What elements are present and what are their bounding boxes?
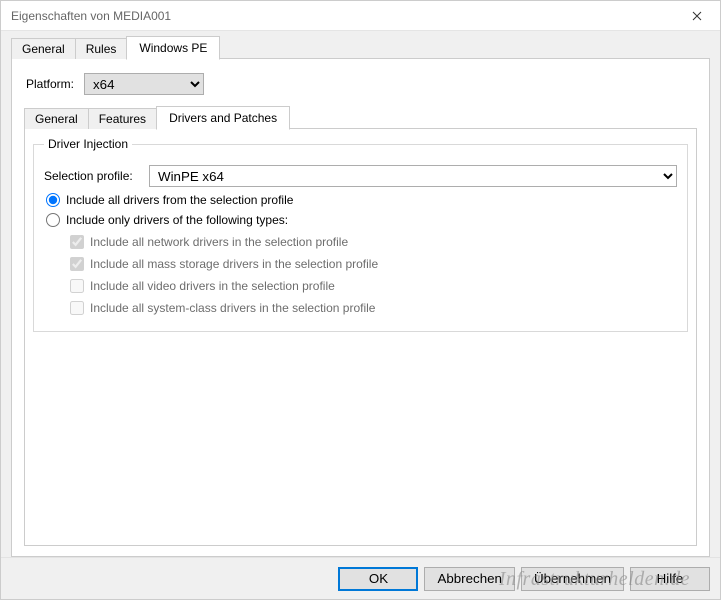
close-button[interactable] [674, 1, 720, 31]
properties-window: Eigenschaften von MEDIA001 General Rules… [0, 0, 721, 600]
tab-windows-pe[interactable]: Windows PE [126, 36, 220, 60]
apply-button[interactable]: Übernehmen [521, 567, 624, 591]
inner-tab-drivers-patches[interactable]: Drivers and Patches [156, 106, 290, 130]
radio-include-types-row: Include only drivers of the following ty… [46, 213, 677, 227]
check-video-label: Include all video drivers in the selecti… [90, 279, 335, 293]
check-video [70, 279, 84, 293]
inner-tab-general[interactable]: General [24, 108, 89, 129]
radio-include-all-row: Include all drivers from the selection p… [46, 193, 677, 207]
check-storage [70, 257, 84, 271]
check-storage-label: Include all mass storage drivers in the … [90, 257, 378, 271]
platform-row: Platform: x64 [26, 73, 697, 95]
check-network [70, 235, 84, 249]
check-network-row: Include all network drivers in the selec… [70, 235, 677, 249]
radio-include-types-label: Include only drivers of the following ty… [66, 213, 288, 227]
platform-label: Platform: [26, 77, 74, 91]
window-body: General Rules Windows PE Platform: x64 G… [1, 31, 720, 557]
check-system-row: Include all system-class drivers in the … [70, 301, 677, 315]
radio-include-types[interactable] [46, 213, 60, 227]
outer-tabs: General Rules Windows PE [11, 37, 710, 59]
tab-general[interactable]: General [11, 38, 76, 59]
tab-rules[interactable]: Rules [75, 38, 128, 59]
selection-profile-label: Selection profile: [44, 169, 139, 183]
inner-tab-area: General Features Drivers and Patches Dri… [24, 107, 697, 546]
check-system [70, 301, 84, 315]
help-button[interactable]: Hilfe [630, 567, 710, 591]
check-system-label: Include all system-class drivers in the … [90, 301, 375, 315]
check-storage-row: Include all mass storage drivers in the … [70, 257, 677, 271]
titlebar: Eigenschaften von MEDIA001 [1, 1, 720, 31]
inner-tab-features[interactable]: Features [88, 108, 157, 129]
tab-panel-windows-pe: Platform: x64 General Features Drivers a… [11, 58, 710, 557]
ok-button[interactable]: OK [338, 567, 418, 591]
radio-include-all-label: Include all drivers from the selection p… [66, 193, 293, 207]
selection-profile-select[interactable]: WinPE x64 [149, 165, 677, 187]
radio-include-all[interactable] [46, 193, 60, 207]
check-video-row: Include all video drivers in the selecti… [70, 279, 677, 293]
inner-panel-drivers-patches: Driver Injection Selection profile: WinP… [24, 128, 697, 546]
selection-profile-row: Selection profile: WinPE x64 [44, 165, 677, 187]
platform-select[interactable]: x64 [84, 73, 204, 95]
group-legend: Driver Injection [44, 137, 132, 151]
close-icon [692, 11, 702, 21]
button-bar: OK Abbrechen Übernehmen Hilfe Infrastruk… [1, 557, 720, 599]
inner-tabs: General Features Drivers and Patches [24, 107, 697, 129]
driver-injection-group: Driver Injection Selection profile: WinP… [33, 137, 688, 332]
check-network-label: Include all network drivers in the selec… [90, 235, 348, 249]
cancel-button[interactable]: Abbrechen [424, 567, 514, 591]
window-title: Eigenschaften von MEDIA001 [11, 9, 674, 23]
